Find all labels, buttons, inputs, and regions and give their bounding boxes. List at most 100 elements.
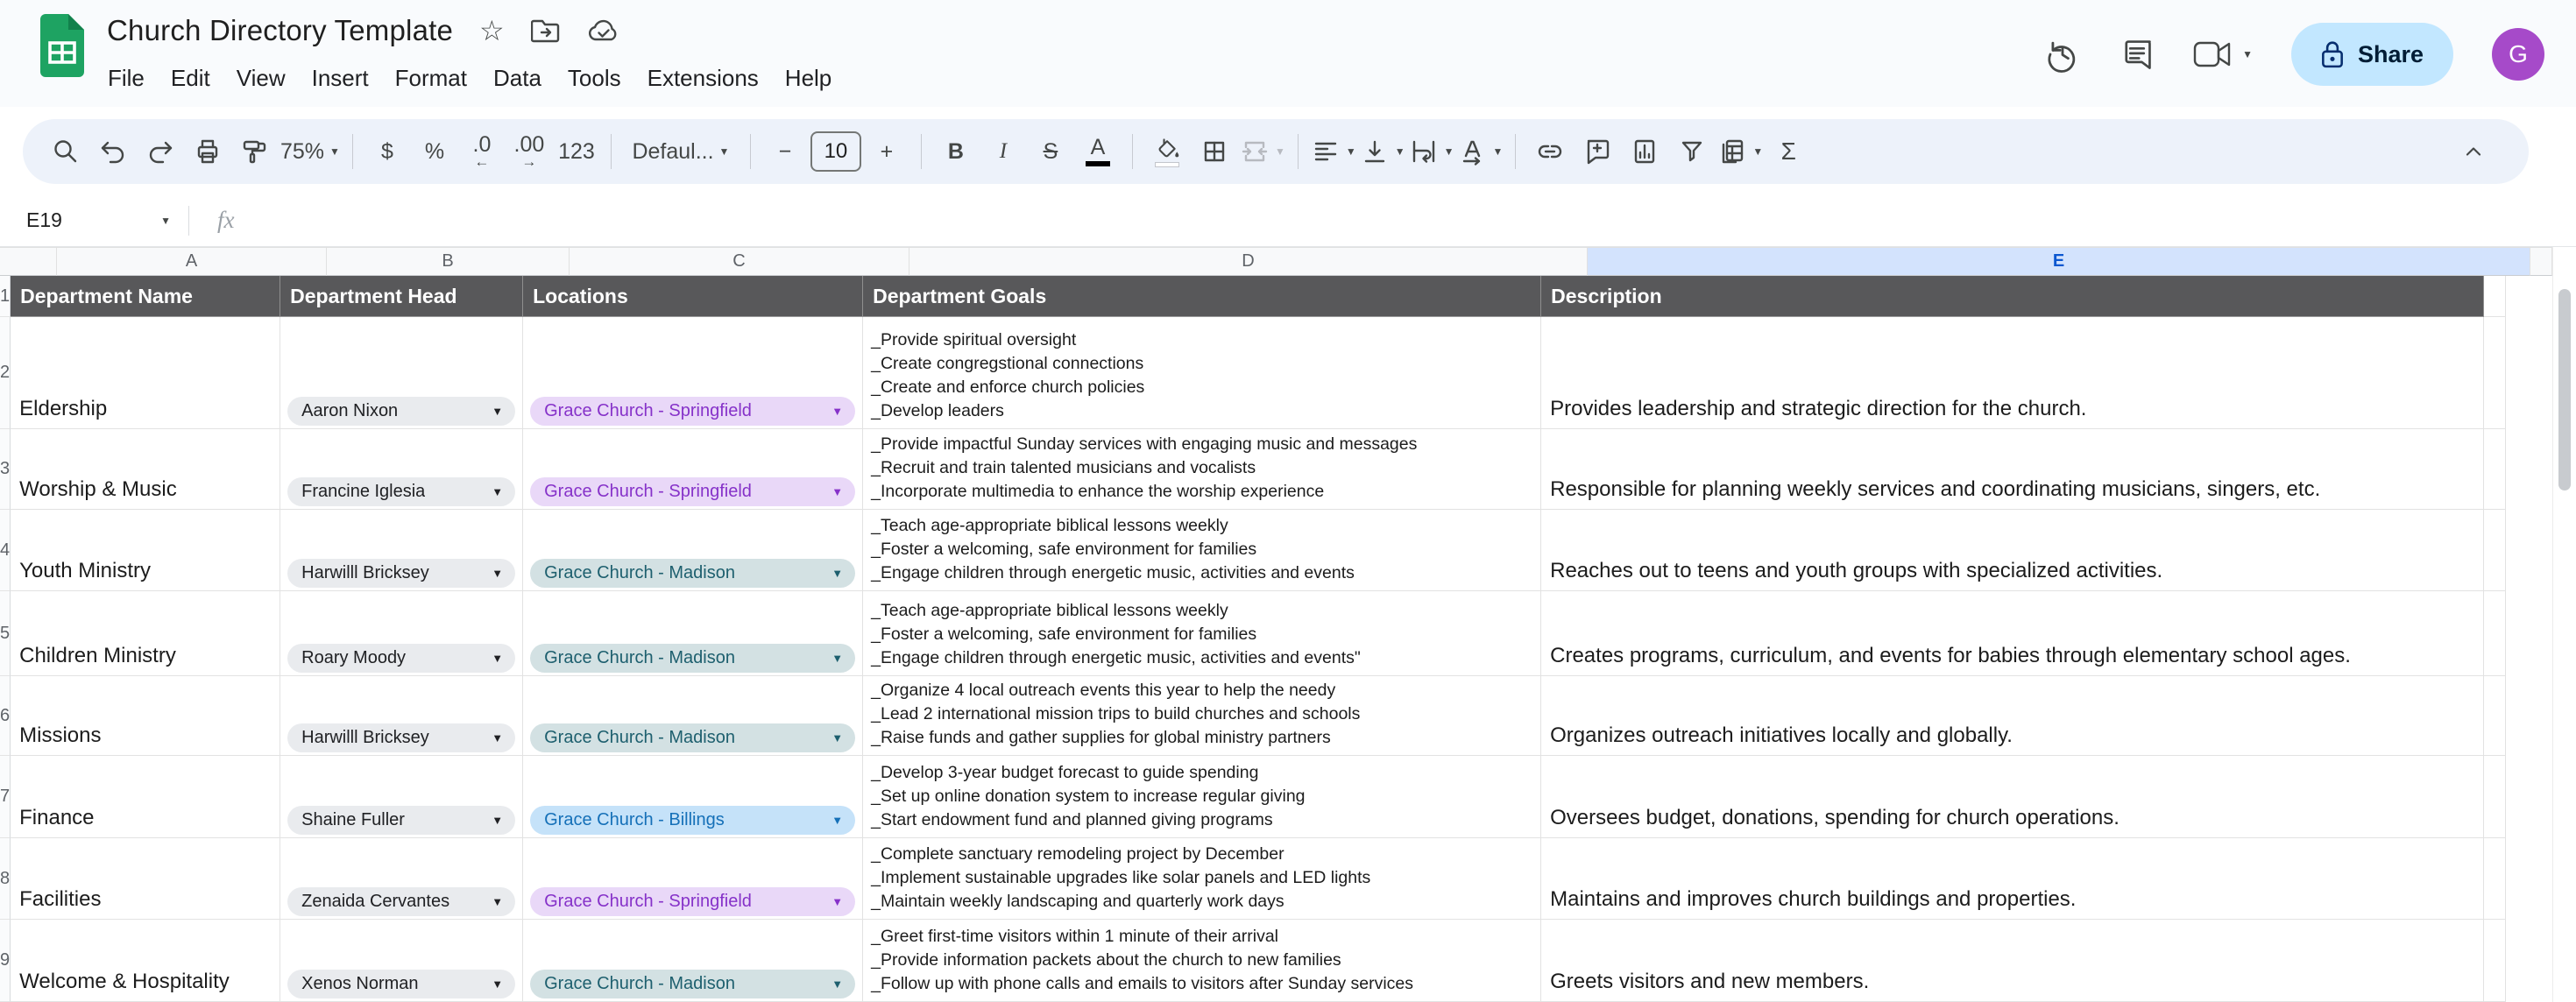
menu-extensions[interactable]: Extensions bbox=[634, 60, 772, 97]
header-department-head[interactable]: Department Head bbox=[280, 276, 523, 317]
increase-font-size-button[interactable]: + bbox=[865, 128, 909, 175]
name-box[interactable]: E19 ▼ bbox=[0, 208, 188, 232]
text-color-button[interactable]: A bbox=[1076, 128, 1120, 175]
table-views-button[interactable]: ▼ bbox=[1717, 128, 1763, 175]
chevron-down-icon[interactable]: ▼ bbox=[2242, 49, 2253, 60]
cell-location[interactable]: Grace Church - Springfield▼ bbox=[523, 838, 863, 920]
italic-button[interactable]: I bbox=[981, 128, 1025, 175]
move-folder-icon[interactable] bbox=[531, 18, 561, 44]
create-filter-button[interactable] bbox=[1670, 128, 1714, 175]
bold-button[interactable]: B bbox=[934, 128, 978, 175]
cell-department-head[interactable]: Xenos Norman▼ bbox=[280, 920, 523, 1002]
dropdown-chip[interactable]: Xenos Norman▼ bbox=[287, 970, 515, 998]
insert-chart-button[interactable] bbox=[1623, 128, 1667, 175]
vertical-align-button[interactable]: ▼ bbox=[1360, 128, 1405, 175]
row-number[interactable]: 4 bbox=[0, 510, 11, 591]
decrease-font-size-button[interactable]: − bbox=[763, 128, 807, 175]
menu-data[interactable]: Data bbox=[480, 60, 555, 97]
dropdown-chip[interactable]: Grace Church - Billings▼ bbox=[530, 806, 855, 835]
decrease-decimal-button[interactable]: .0← bbox=[460, 128, 504, 175]
dropdown-chip[interactable]: Grace Church - Springfield▼ bbox=[530, 477, 855, 506]
cell-department-head[interactable]: Harwilll Bricksey▼ bbox=[280, 676, 523, 756]
menu-edit[interactable]: Edit bbox=[158, 60, 223, 97]
menu-file[interactable]: File bbox=[95, 60, 158, 97]
cell-description[interactable]: Creates programs, curriculum, and events… bbox=[1541, 591, 2484, 676]
select-all-corner[interactable] bbox=[0, 248, 57, 276]
cell-description[interactable]: Maintains and improves church buildings … bbox=[1541, 838, 2484, 920]
insert-comment-button[interactable] bbox=[1575, 128, 1619, 175]
cell-department-goals[interactable]: _Develop 3-year budget forecast to guide… bbox=[863, 756, 1541, 838]
cell-location[interactable]: Grace Church - Madison▼ bbox=[523, 510, 863, 591]
dropdown-chip[interactable]: Harwilll Bricksey▼ bbox=[287, 559, 515, 588]
header-locations[interactable]: Locations bbox=[523, 276, 863, 317]
column-header-d[interactable]: D bbox=[909, 248, 1588, 276]
insert-link-button[interactable] bbox=[1528, 128, 1572, 175]
dropdown-chip[interactable]: Roary Moody▼ bbox=[287, 644, 515, 673]
header-department-goals[interactable]: Department Goals bbox=[863, 276, 1541, 317]
meet-call-button[interactable]: ▼ bbox=[2193, 39, 2253, 69]
column-header-c[interactable]: C bbox=[570, 248, 909, 276]
cell-department-head[interactable]: Harwilll Bricksey▼ bbox=[280, 510, 523, 591]
functions-button[interactable]: Σ bbox=[1766, 128, 1810, 175]
font-size-input[interactable]: 10 bbox=[810, 128, 861, 175]
cell-description[interactable]: Provides leadership and strategic direct… bbox=[1541, 317, 2484, 429]
cell-department-name[interactable]: Eldership bbox=[11, 317, 280, 429]
sheets-logo-icon[interactable] bbox=[39, 14, 86, 81]
cell-location[interactable]: Grace Church - Billings▼ bbox=[523, 756, 863, 838]
increase-decimal-button[interactable]: .00→ bbox=[507, 128, 551, 175]
comments-icon[interactable] bbox=[2120, 37, 2155, 72]
cell-description[interactable]: Greets visitors and new members. bbox=[1541, 920, 2484, 1002]
cell-department-name[interactable]: Worship & Music bbox=[11, 429, 280, 510]
dropdown-chip[interactable]: Grace Church - Madison▼ bbox=[530, 559, 855, 588]
cell-department-head[interactable]: Shaine Fuller▼ bbox=[280, 756, 523, 838]
cell-location[interactable]: Grace Church - Madison▼ bbox=[523, 920, 863, 1002]
cell-department-goals[interactable]: _Teach age-appropriate biblical lessons … bbox=[863, 510, 1541, 591]
search-menus-button[interactable] bbox=[44, 128, 88, 175]
paint-format-button[interactable] bbox=[233, 128, 277, 175]
collapse-toolbar-button[interactable] bbox=[2452, 128, 2495, 175]
row-number[interactable]: 1 bbox=[0, 276, 11, 317]
cell-department-head[interactable]: Francine Iglesia▼ bbox=[280, 429, 523, 510]
dropdown-chip[interactable]: Grace Church - Madison▼ bbox=[530, 723, 855, 752]
menu-view[interactable]: View bbox=[223, 60, 299, 97]
column-header-partial[interactable] bbox=[2530, 248, 2552, 276]
cell-description[interactable]: Organizes outreach initiatives locally a… bbox=[1541, 676, 2484, 756]
cell-department-head[interactable]: Aaron Nixon▼ bbox=[280, 317, 523, 429]
cell-location[interactable]: Grace Church - Springfield▼ bbox=[523, 317, 863, 429]
cell-department-name[interactable]: Welcome & Hospitality bbox=[11, 920, 280, 1002]
text-rotation-button[interactable]: ▼ bbox=[1458, 128, 1504, 175]
strikethrough-button[interactable]: S bbox=[1029, 128, 1072, 175]
borders-button[interactable] bbox=[1192, 128, 1236, 175]
cell-department-name[interactable]: Facilities bbox=[11, 838, 280, 920]
format-currency-button[interactable]: $ bbox=[365, 128, 409, 175]
column-header-e[interactable]: E bbox=[1588, 248, 2530, 276]
version-history-icon[interactable] bbox=[2044, 36, 2081, 73]
cell-location[interactable]: Grace Church - Madison▼ bbox=[523, 591, 863, 676]
column-header-b[interactable]: B bbox=[327, 248, 570, 276]
redo-button[interactable] bbox=[138, 128, 182, 175]
cell-department-goals[interactable]: _Organize 4 local outreach events this y… bbox=[863, 676, 1541, 756]
document-title[interactable]: Church Directory Template bbox=[107, 14, 453, 47]
cell-department-goals[interactable]: _Provide impactful Sunday services with … bbox=[863, 429, 1541, 510]
row-number[interactable]: 9 bbox=[0, 920, 11, 1002]
zoom-select[interactable]: 75% ▼ bbox=[280, 128, 340, 175]
row-number[interactable]: 3 bbox=[0, 429, 11, 510]
cell-department-goals[interactable]: _Provide spiritual oversight _Create con… bbox=[863, 317, 1541, 429]
cell-department-name[interactable]: Youth Ministry bbox=[11, 510, 280, 591]
cell-department-goals[interactable]: _Teach age-appropriate biblical lessons … bbox=[863, 591, 1541, 676]
menu-help[interactable]: Help bbox=[772, 60, 845, 97]
merge-cells-button[interactable]: ▼ bbox=[1240, 128, 1285, 175]
cell-department-goals[interactable]: _Complete sanctuary remodeling project b… bbox=[863, 838, 1541, 920]
dropdown-chip[interactable]: Zenaida Cervantes▼ bbox=[287, 887, 515, 916]
cell-location[interactable]: Grace Church - Madison▼ bbox=[523, 676, 863, 756]
cell-description[interactable]: Reaches out to teens and youth groups wi… bbox=[1541, 510, 2484, 591]
cell-location[interactable]: Grace Church - Springfield▼ bbox=[523, 429, 863, 510]
cell-department-name[interactable]: Children Ministry bbox=[11, 591, 280, 676]
avatar[interactable]: G bbox=[2492, 28, 2544, 81]
print-button[interactable] bbox=[186, 128, 230, 175]
header-description[interactable]: Description bbox=[1541, 276, 2484, 317]
cloud-saved-icon[interactable] bbox=[587, 18, 620, 43]
dropdown-chip[interactable]: Francine Iglesia▼ bbox=[287, 477, 515, 506]
number-format-button[interactable]: 123 bbox=[555, 128, 598, 175]
dropdown-chip[interactable]: Grace Church - Madison▼ bbox=[530, 644, 855, 673]
